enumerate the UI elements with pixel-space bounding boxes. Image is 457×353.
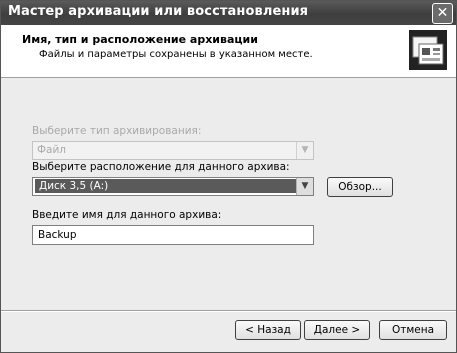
chevron-down-icon[interactable]: ▼ bbox=[296, 178, 313, 195]
close-icon: ✕ bbox=[436, 5, 449, 21]
cancel-button[interactable]: Отмена bbox=[379, 320, 447, 340]
window-title: Мастер архивации или восстановления bbox=[8, 4, 309, 19]
close-button[interactable]: ✕ bbox=[432, 3, 453, 24]
backup-name-input[interactable]: Backup bbox=[32, 225, 314, 245]
wizard-header: Имя, тип и расположение архивации Файлы … bbox=[1, 25, 456, 78]
backup-type-label: Выберите тип архивирования: bbox=[32, 125, 202, 137]
next-button[interactable]: Далее > bbox=[304, 320, 370, 340]
backup-location-select[interactable]: Диск 3,5 (A:) ▼ bbox=[32, 177, 314, 196]
wizard-content: Выберите тип архивирования: Файл ▼ Выбер… bbox=[1, 78, 456, 310]
backup-location-value: Диск 3,5 (A:) bbox=[35, 179, 303, 193]
backup-location-label: Выберите расположение для данного архива… bbox=[32, 161, 290, 173]
header-title: Имя, тип и расположение архивации bbox=[22, 33, 258, 46]
header-subtitle: Файлы и параметры сохранены в указанном … bbox=[39, 49, 313, 60]
footer-divider bbox=[1, 310, 456, 312]
wizard-window: Мастер архивации или восстановления ✕ Им… bbox=[0, 0, 457, 353]
backup-name-label: Введите имя для данного архива: bbox=[32, 209, 222, 221]
chevron-down-icon: ▼ bbox=[296, 142, 313, 159]
back-button[interactable]: < Назад bbox=[235, 320, 301, 340]
browse-button[interactable]: Обзор... bbox=[327, 177, 393, 197]
backup-wizard-icon bbox=[409, 30, 447, 70]
backup-type-select[interactable]: Файл ▼ bbox=[32, 141, 314, 160]
backup-type-value: Файл bbox=[37, 144, 67, 156]
backup-name-value: Backup bbox=[38, 229, 77, 241]
title-bar: Мастер архивации или восстановления ✕ bbox=[1, 1, 456, 25]
